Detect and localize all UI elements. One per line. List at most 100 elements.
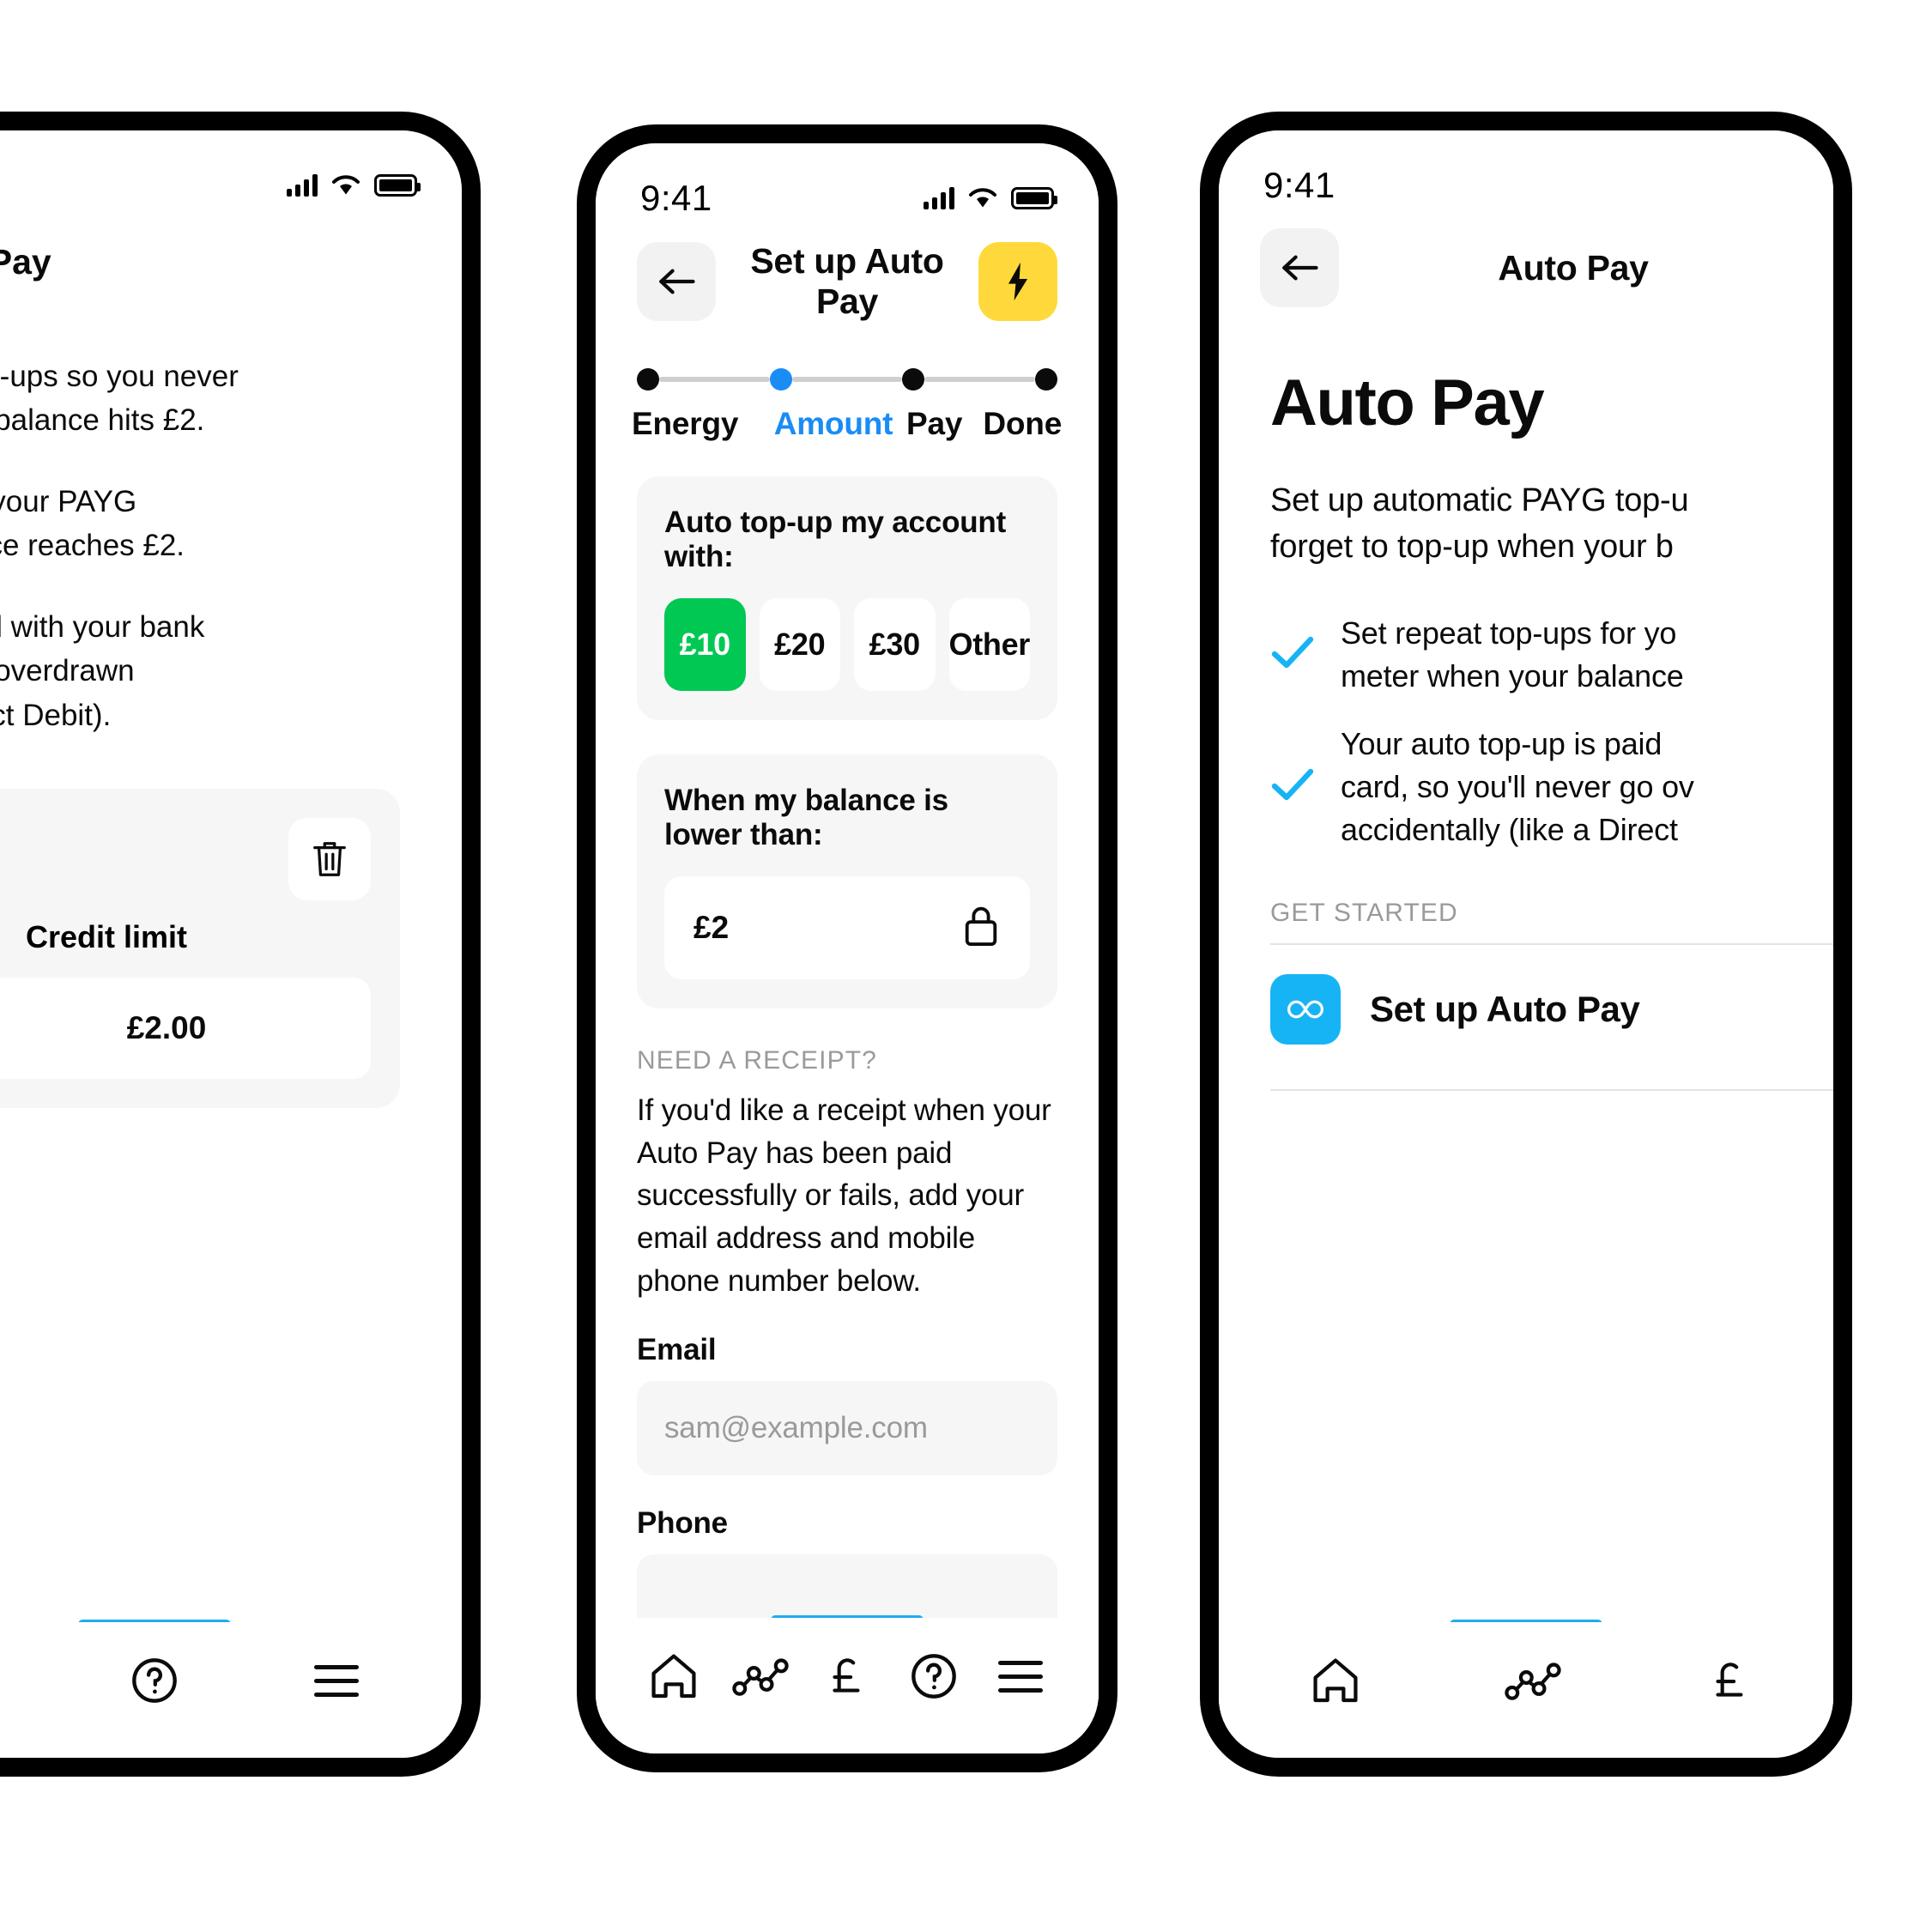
back-button[interactable] xyxy=(637,242,716,321)
step-dot-amount[interactable] xyxy=(769,368,792,391)
step-dot-pay[interactable] xyxy=(902,368,925,391)
arrow-left-icon xyxy=(1282,255,1318,281)
tab-help-left[interactable] xyxy=(112,1648,197,1713)
tabbar-right xyxy=(1219,1622,1833,1758)
wifi-icon xyxy=(331,174,360,197)
credit-limit-card: Credit limit £2.00 xyxy=(0,788,400,1108)
auto-topup-amount-card: Auto top-up my account with: £10 £20 £30… xyxy=(637,476,1057,720)
amount-option-10[interactable]: £10 xyxy=(664,598,746,691)
screenshot-canvas: Auto Pay c PAYG top-ups so you never whe… xyxy=(0,0,1932,1932)
email-label: Email xyxy=(637,1333,717,1367)
infinity-icon xyxy=(1270,974,1341,1045)
tab-pound-center[interactable] xyxy=(804,1644,890,1709)
receipt-body: If you'd like a receipt when your Auto P… xyxy=(637,1093,1051,1298)
tab-menu-center[interactable] xyxy=(978,1644,1063,1709)
receipt-section: NEED A RECEIPT? If you'd like a receipt … xyxy=(596,1008,1099,1650)
tab-help-center[interactable] xyxy=(891,1644,977,1709)
stepper-labels: Energy Amount Pay Done xyxy=(632,406,1062,442)
tabbar-left xyxy=(0,1622,462,1758)
receipt-eyebrow: NEED A RECEIPT? xyxy=(637,1046,877,1075)
help-icon xyxy=(911,1654,957,1699)
step-dot-done[interactable] xyxy=(1035,368,1058,391)
left-paragraph-1: c PAYG top-ups so you never when your ba… xyxy=(0,360,239,438)
trash-icon[interactable] xyxy=(288,817,371,900)
benefit-item: Set repeat top-ups for yo meter when you… xyxy=(1270,612,1833,697)
page-title-left: Auto Pay xyxy=(0,242,51,282)
tab-pound-left[interactable] xyxy=(0,1648,15,1713)
check-icon xyxy=(1270,634,1315,675)
status-icons-left xyxy=(287,174,421,197)
benefit-text: Set repeat top-ups for yo meter when you… xyxy=(1341,615,1684,693)
tab-usage-center[interactable] xyxy=(718,1644,803,1709)
tab-usage-right[interactable] xyxy=(1490,1648,1576,1713)
battery-icon xyxy=(374,174,421,197)
phone-center: 9:41 Set up Auto Pay Energy Amount Pay D… xyxy=(577,124,1117,1772)
navbar-right: Auto Pay xyxy=(1219,209,1833,316)
phone-right-screen: 9:41 Auto Pay Auto Pay Set up automatic … xyxy=(1219,130,1833,1758)
tab-pound-right[interactable] xyxy=(1687,1648,1773,1713)
page-title-right: Auto Pay xyxy=(1498,247,1649,288)
usage-chart-icon xyxy=(1505,1662,1561,1700)
menu-icon xyxy=(314,1664,359,1697)
phone-center-screen: 9:41 Set up Auto Pay Energy Amount Pay D… xyxy=(596,143,1099,1753)
tab-home-right[interactable] xyxy=(1293,1648,1378,1713)
pound-icon xyxy=(833,1658,860,1693)
amount-options: £10 £20 £30 Other xyxy=(664,598,1030,691)
set-up-auto-pay-label: Set up Auto Pay xyxy=(1370,989,1640,1030)
left-paragraph-3: o-up is paid with your bank ll never go … xyxy=(0,610,205,732)
set-up-auto-pay-row[interactable]: Set up Auto Pay xyxy=(1219,945,1833,1074)
phone-label: Phone xyxy=(637,1506,728,1541)
phone-left: Auto Pay c PAYG top-ups so you never whe… xyxy=(0,112,481,1777)
amount-option-30[interactable]: £30 xyxy=(854,598,936,691)
setup-stepper: Energy Amount Pay Done xyxy=(596,330,1099,442)
status-bar-right: 9:41 xyxy=(1219,130,1833,209)
tab-menu-left[interactable] xyxy=(294,1648,379,1713)
step-line-1 xyxy=(659,377,770,382)
step-label-energy: Energy xyxy=(632,406,739,441)
lock-icon xyxy=(961,904,1001,953)
home-icon xyxy=(651,1654,696,1699)
navbar-center: Set up Auto Pay xyxy=(596,222,1099,330)
heading-auto-pay: Auto Pay xyxy=(1270,366,1545,439)
status-bar-center: 9:41 xyxy=(596,143,1099,222)
step-line-3 xyxy=(924,377,1036,382)
step-line-2 xyxy=(791,377,903,382)
home-icon xyxy=(1313,1658,1358,1703)
back-button-right[interactable] xyxy=(1260,228,1339,307)
lightning-bolt-button[interactable] xyxy=(978,242,1057,321)
step-label-amount: Amount xyxy=(773,406,893,441)
pound-icon xyxy=(1716,1662,1743,1697)
left-body-text: c PAYG top-ups so you never when your ba… xyxy=(0,282,462,737)
email-placeholder: sam@example.com xyxy=(664,1411,928,1445)
get-started-eyebrow: GET STARTED xyxy=(1270,899,1458,928)
left-paragraph-2: op-ups for your PAYG your balance reache… xyxy=(0,485,185,563)
status-icons-center xyxy=(924,187,1057,209)
balance-threshold-field[interactable]: £2 xyxy=(664,876,1030,979)
email-input[interactable]: sam@example.com xyxy=(637,1381,1057,1476)
signal-icon xyxy=(924,187,954,209)
status-time-center: 9:41 xyxy=(640,178,712,218)
balance-threshold-card: When my balance is lower than: £2 xyxy=(637,754,1057,1008)
balance-threshold-value: £2 xyxy=(693,910,730,945)
status-time-right: 9:41 xyxy=(1263,165,1335,205)
lightning-bolt-icon xyxy=(1008,262,1028,301)
credit-limit-value[interactable]: £2.00 xyxy=(0,977,371,1079)
balance-threshold-title: When my balance is lower than: xyxy=(664,784,948,851)
battery-icon xyxy=(1011,187,1057,209)
phone-right: 9:41 Auto Pay Auto Pay Set up automatic … xyxy=(1200,112,1852,1777)
amount-option-20[interactable]: £20 xyxy=(759,598,840,691)
phone-left-screen: Auto Pay c PAYG top-ups so you never whe… xyxy=(0,130,462,1758)
stepper-track xyxy=(637,368,1058,391)
wifi-icon xyxy=(968,187,997,209)
status-bar-left xyxy=(0,130,462,209)
divider-bottom xyxy=(1270,1089,1833,1092)
page-title-center: Set up Auto Pay xyxy=(750,241,944,321)
tab-home-center[interactable] xyxy=(631,1644,717,1709)
check-icon xyxy=(1270,766,1315,807)
usage-chart-icon xyxy=(732,1658,789,1696)
amount-option-other[interactable]: Other xyxy=(948,598,1030,691)
menu-icon xyxy=(998,1660,1044,1693)
step-dot-energy[interactable] xyxy=(637,368,659,391)
step-label-pay: Pay xyxy=(906,406,963,441)
tabbar-center xyxy=(596,1618,1099,1753)
